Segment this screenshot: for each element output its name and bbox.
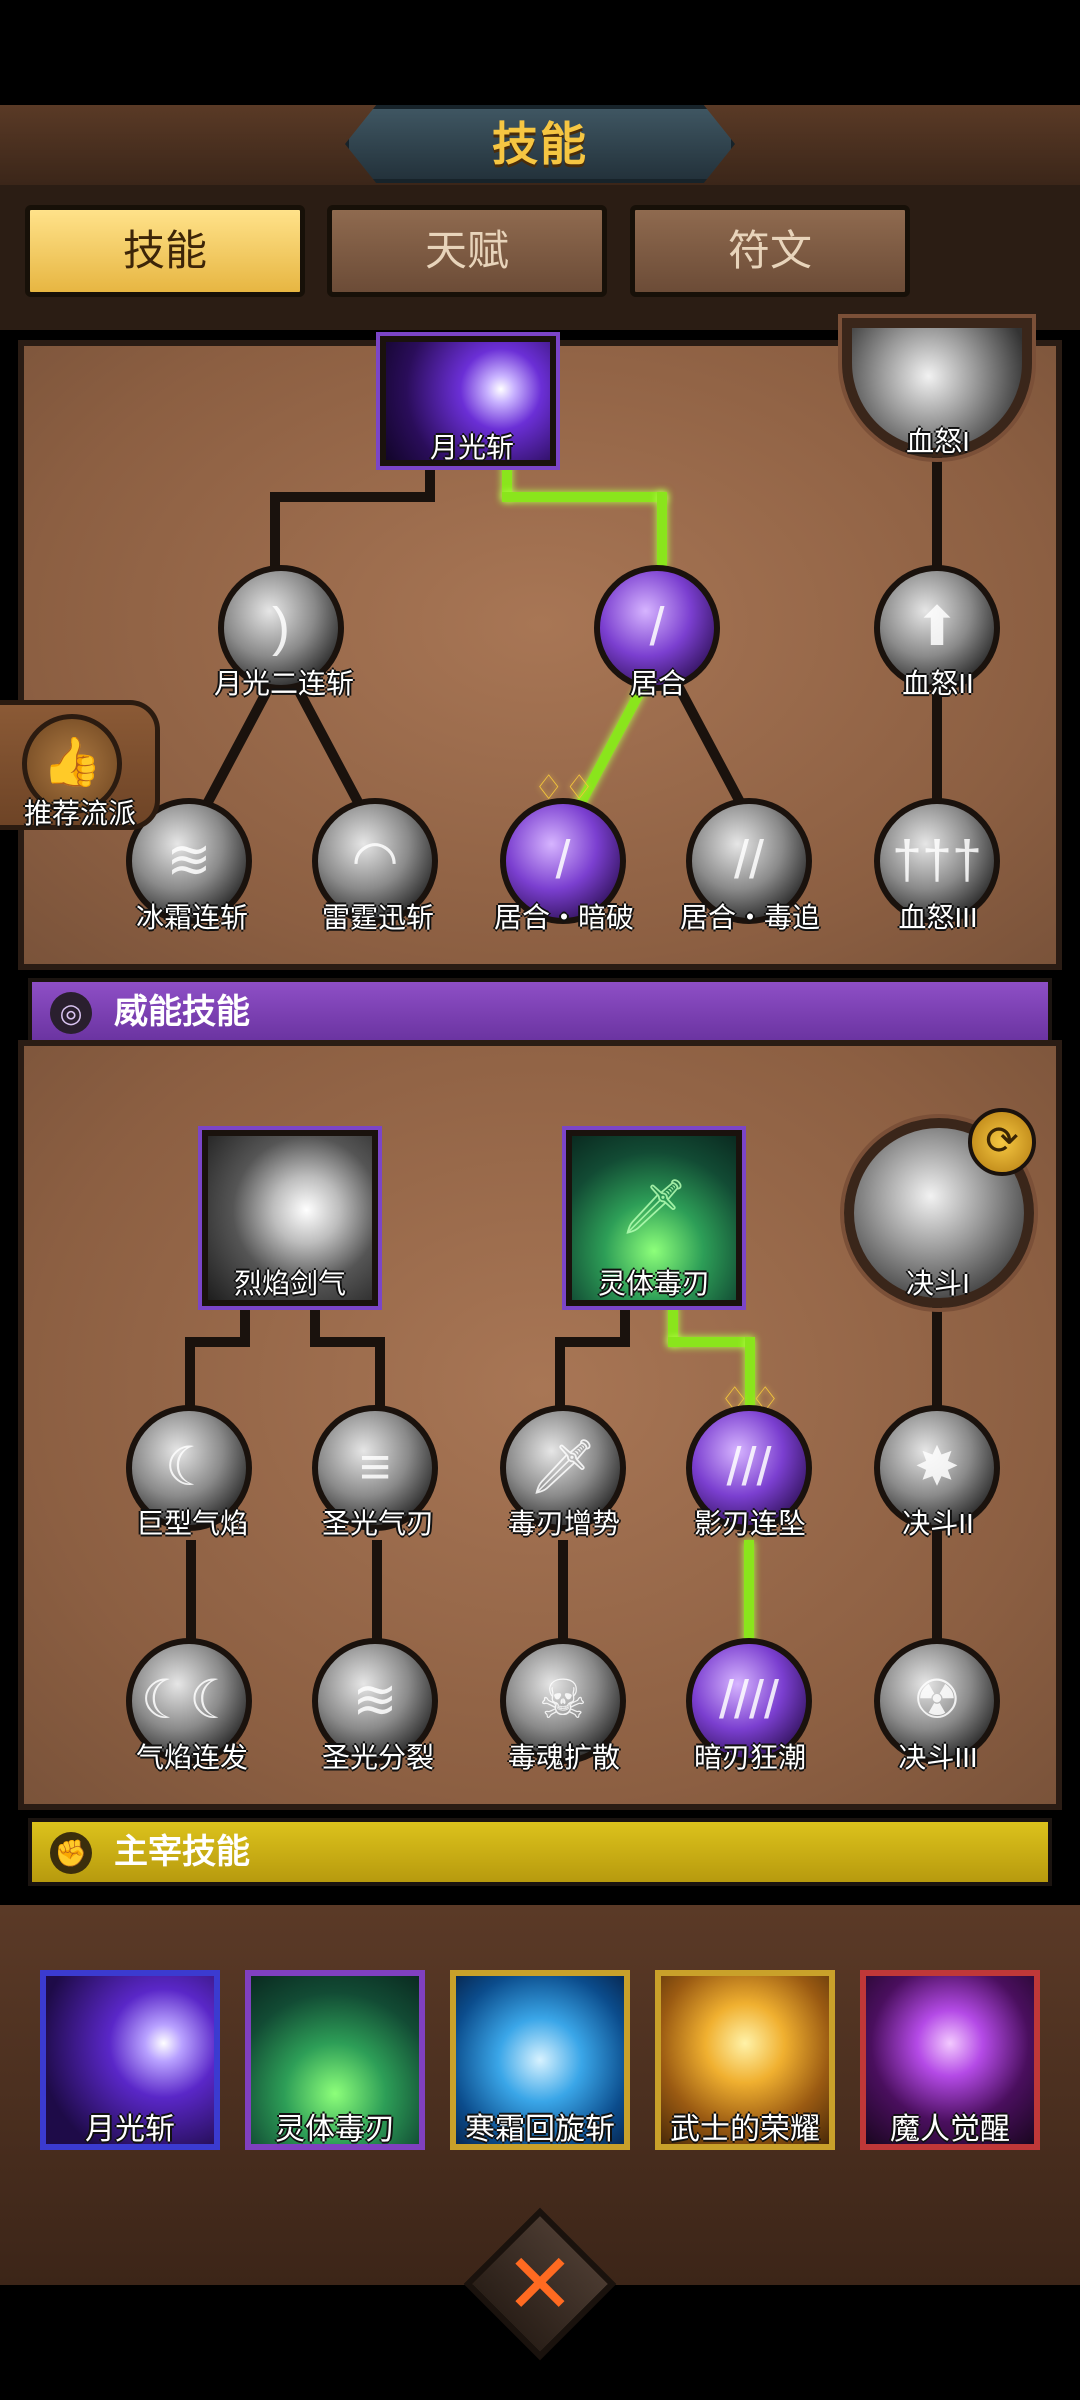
power-skills-header: ◎ 威能技能 (28, 978, 1052, 1046)
tree-line (270, 492, 280, 572)
slot-label: 魔人觉醒 (890, 2113, 1010, 2146)
slot-label: 寒霜回旋斩 (465, 2113, 615, 2146)
recommend-build-label: 推荐流派 (23, 798, 136, 829)
master-skills-header: ✊ 主宰技能 (28, 1818, 1052, 1886)
skill-label: 月光斩 (429, 432, 514, 463)
slot-label: 灵体毒刃 (275, 2113, 395, 2146)
swirl-icon: ◎ (50, 992, 92, 1034)
dagger-icon: 🗡 (619, 1177, 689, 1237)
active-path-line (668, 1337, 748, 1347)
tree-line (270, 492, 435, 502)
skill-label: 血怒III (898, 902, 978, 933)
status-bar-area (0, 0, 1080, 105)
tree-line (310, 1337, 375, 1347)
slot-label: 武士的荣耀 (670, 2113, 820, 2146)
skill-label: 血怒II (902, 668, 974, 699)
tab-skills[interactable]: 技能 (25, 205, 305, 297)
skill-label: 居合・毒追 (679, 902, 820, 933)
refresh-icon[interactable]: ⟳ (968, 1108, 1036, 1176)
fist-icon: ✊ (50, 1832, 92, 1874)
skill-label: 月光二连斩 (213, 668, 354, 699)
skill-label: 居合 (629, 668, 686, 699)
tab-talents[interactable]: 天赋 (327, 205, 607, 297)
page-title: 技能 (492, 118, 588, 170)
skill-label: 决斗I (906, 1268, 970, 1299)
skill-label: 决斗III (898, 1742, 978, 1773)
close-icon: ✕ (504, 2237, 576, 2331)
slot-label: 月光斩 (85, 2113, 175, 2146)
skill-label: 灵体毒刃 (597, 1268, 710, 1299)
section-label: 主宰技能 (114, 1833, 250, 1871)
active-path-line (502, 492, 667, 502)
section-label: 威能技能 (114, 993, 250, 1031)
skill-label: 血怒I (906, 426, 970, 457)
skill-label: 决斗II (902, 1508, 974, 1539)
tab-runes[interactable]: 符文 (630, 205, 910, 297)
skill-label: 暗刃狂潮 (693, 1742, 806, 1773)
skill-label: 烈焰剑气 (233, 1268, 346, 1299)
active-path-line (657, 492, 667, 567)
tree-line (555, 1337, 630, 1347)
skill-label: 影刃连坠 (693, 1508, 806, 1539)
